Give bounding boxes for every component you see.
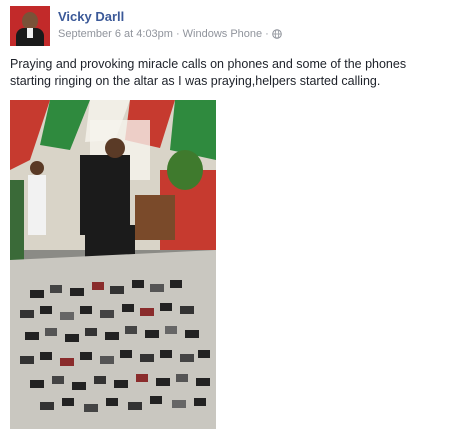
meta-separator: · (175, 28, 180, 40)
photo-drape-green (170, 100, 216, 160)
author-name-link[interactable]: Vicky Darll (58, 9, 124, 24)
post-source: Windows Phone (182, 28, 263, 40)
photo-plant (167, 150, 203, 190)
post-text: Praying and provoking miracle calls on p… (10, 56, 446, 90)
photo-person-left (28, 175, 46, 235)
facebook-post: Vicky Darll September 6 at 4:03pm · Wind… (0, 0, 452, 429)
post-photo[interactable] (10, 100, 216, 429)
avatar[interactable] (10, 6, 50, 46)
post-meta: September 6 at 4:03pm · Windows Phone · (58, 28, 282, 40)
photo-man-head (105, 138, 125, 158)
photo-man-suit (80, 155, 130, 235)
photo-person-edge (10, 180, 24, 260)
photo-illustration (10, 100, 216, 429)
globe-icon[interactable] (272, 29, 282, 39)
post-timestamp[interactable]: September 6 at 4:03pm (58, 28, 173, 40)
post-text-line: Praying and provoking miracle calls on p… (10, 57, 407, 71)
photo-person-left-head (30, 161, 44, 175)
avatar-collar (27, 28, 33, 38)
meta-separator: · (265, 28, 269, 40)
photo-chair (135, 195, 175, 240)
post-text-line: starting ringing on the altar as I was p… (10, 74, 381, 88)
